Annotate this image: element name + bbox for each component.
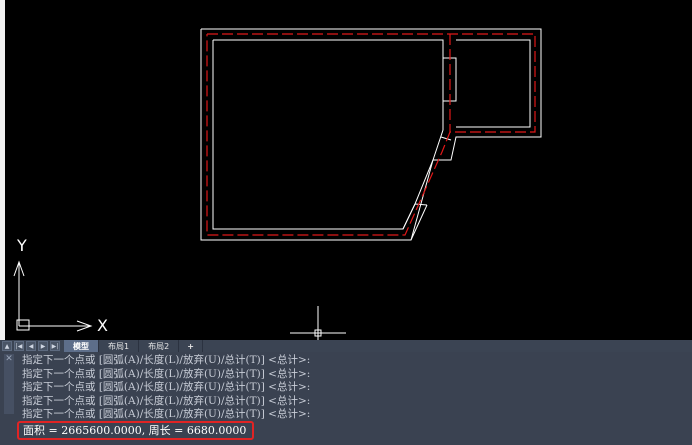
window-edge-3 [414, 203, 428, 206]
command-history-line: 指定下一个点或 [圆弧(A)/长度(L)/放弃(U)/总计(T)] <总计>: [22, 408, 311, 421]
ucs-icon [13, 260, 93, 332]
tab-layout2[interactable]: 布局2 [139, 340, 180, 352]
next-tab-icon[interactable]: ▶ [38, 341, 48, 351]
ucs-y-label: Y [17, 236, 27, 255]
inner-wall-main [212, 39, 457, 230]
ucs-x-label: X [97, 316, 108, 335]
last-tab-icon[interactable]: ▶| [50, 341, 60, 351]
first-tab-icon[interactable]: |◀ [14, 341, 24, 351]
collapse-arrow-icon[interactable]: ▲ [2, 341, 12, 351]
command-history: 指定下一个点或 [圆弧(A)/长度(L)/放弃(U)/总计(T)] <总计>: … [22, 354, 310, 422]
command-history-line: 指定下一个点或 [圆弧(A)/长度(L)/放弃(U)/总计(T)] <总计>: [22, 354, 311, 366]
tab-model[interactable]: 模型 [64, 340, 99, 352]
wall-centerline [206, 33, 536, 236]
area-perimeter-result: 面积 = 2665600.0000, 周长 = 6680.0000 [17, 421, 254, 440]
command-line-panel[interactable]: ✕ 指定下一个点或 [圆弧(A)/长度(L)/放弃(U)/总计(T)] <总计>… [0, 352, 692, 445]
command-history-line: 指定下一个点或 [圆弧(A)/长度(L)/放弃(U)/总计(T)] <总计>: [22, 381, 311, 394]
command-history-line: 指定下一个点或 [圆弧(A)/长度(L)/放弃(U)/总计(T)] <总计>: [22, 394, 311, 407]
prev-tab-icon[interactable]: ◀ [26, 341, 36, 351]
tab-layout1[interactable]: 布局1 [99, 340, 140, 352]
command-history-line: 指定下一个点或 [圆弧(A)/长度(L)/放弃(U)/总计(T)] <总计>: [22, 367, 311, 380]
inner-wall-side [456, 39, 531, 128]
add-layout-button[interactable]: + [179, 340, 203, 352]
close-icon[interactable]: ✕ [4, 354, 14, 364]
crosshair-cursor [290, 306, 346, 340]
layout-tab-bar: ▲ |◀ ◀ ▶ ▶| 模型 布局1 布局2 + [0, 340, 692, 352]
outer-wall [200, 28, 542, 241]
door-edge [440, 136, 452, 141]
drawing-canvas[interactable]: Y X [0, 0, 692, 340]
